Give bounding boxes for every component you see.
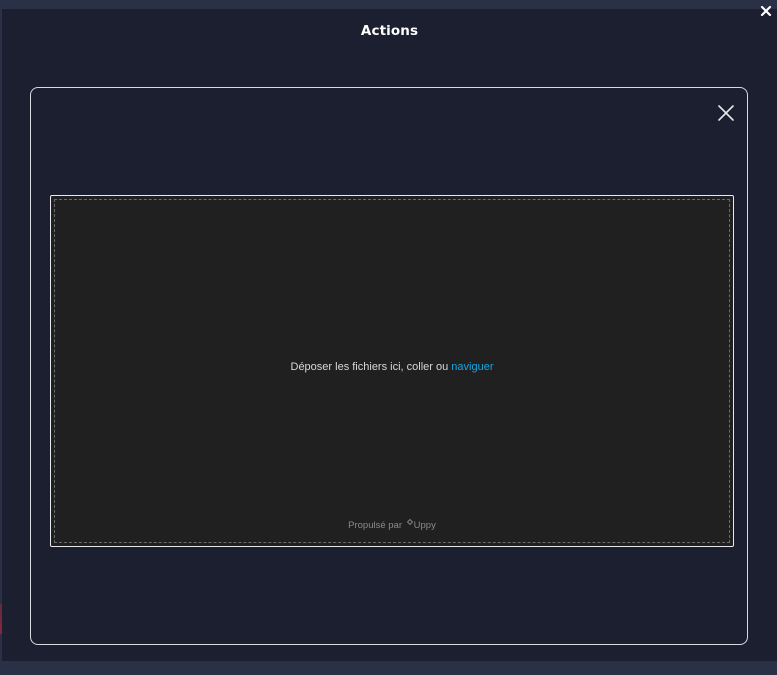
close-icon [760,5,772,17]
powered-by-label: Propulsé par [348,520,403,531]
powered-by: Propulsé par Uppy [55,519,729,531]
actions-window: Actions Déposer les fichiers ici, coller… [2,5,777,661]
browse-link[interactable]: naviguer [451,361,493,373]
uppy-brand-name: Uppy [413,520,436,531]
left-edge-marker [0,604,2,634]
drop-instructions: Déposer les fichiers ici, coller ou navi… [55,361,729,373]
drop-text: Déposer les fichiers ici, coller ou [290,361,452,373]
modal-close-button[interactable] [717,104,735,122]
dropzone-dashed-area[interactable]: Déposer les fichiers ici, coller ou navi… [54,199,730,543]
bottom-strip [2,661,777,675]
file-dropzone[interactable]: Déposer les fichiers ici, coller ou navi… [50,195,734,547]
close-icon [718,105,734,121]
window-title: Actions [360,23,419,39]
upload-modal: Déposer les fichiers ici, coller ou navi… [30,87,748,645]
uppy-icon [406,519,413,525]
window-close-button[interactable] [759,3,773,17]
